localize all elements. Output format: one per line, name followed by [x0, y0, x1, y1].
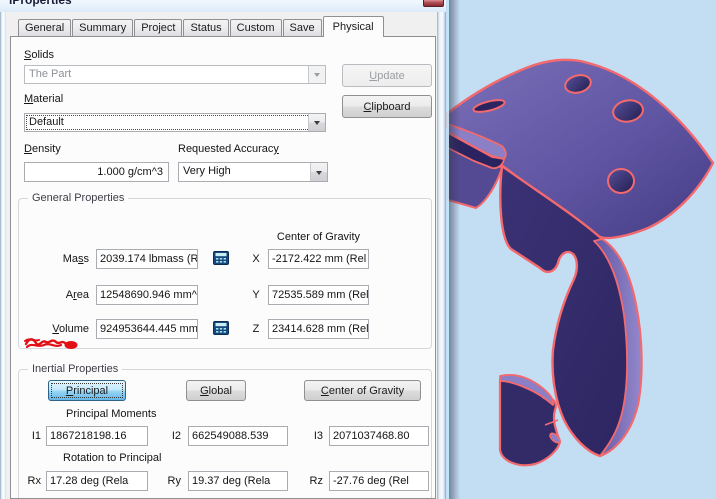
- axis-z-label: Z: [252, 323, 260, 335]
- close-button[interactable]: [423, 0, 444, 7]
- center-of-gravity-header: Center of Gravity: [276, 231, 361, 243]
- cog-z-field[interactable]: 23414.628 mm (Rel: [268, 319, 369, 339]
- cog-x-field[interactable]: -2172.422 mm (Rel: [268, 249, 369, 269]
- tab-general[interactable]: General: [18, 19, 72, 36]
- part-hole-lower[interactable]: [607, 168, 635, 194]
- material-combo[interactable]: Default: [24, 113, 326, 132]
- tab-page-physical: Solids The Part Update Material Default …: [10, 36, 436, 499]
- window-border-right: [437, 0, 446, 499]
- accuracy-label: Requested Accuracy: [178, 143, 279, 155]
- iproperties-dialog: iProperties General Summary Project Stat…: [0, 0, 446, 499]
- axis-y-label: Y: [252, 289, 260, 301]
- tab-custom[interactable]: Custom: [229, 19, 282, 36]
- i1-field[interactable]: 1867218198.16: [46, 426, 148, 446]
- area-label: Area: [65, 289, 89, 301]
- tab-physical[interactable]: Physical: [322, 16, 384, 37]
- rotation-to-principal-title: Rotation to Principal: [63, 452, 162, 464]
- material-value: Default: [29, 116, 64, 128]
- accuracy-value: Very High: [183, 165, 231, 177]
- i2-field[interactable]: 662549088.539: [188, 426, 288, 446]
- dialog-titlebar[interactable]: iProperties: [0, 0, 446, 12]
- i2-label: I2: [171, 430, 181, 442]
- chevron-down-icon: [314, 121, 320, 128]
- rx-label: Rx: [27, 475, 41, 487]
- tab-save[interactable]: Save: [282, 19, 322, 36]
- volume-label: Volume: [52, 323, 89, 335]
- i3-label: I3: [313, 430, 323, 442]
- rz-field[interactable]: -27.76 deg (Rel: [329, 471, 429, 491]
- screen: iProperties General Summary Project Stat…: [0, 0, 716, 499]
- ry-field[interactable]: 19.37 deg (Rela: [188, 471, 288, 491]
- cog-y-field[interactable]: 72535.589 mm (Rel: [268, 285, 369, 305]
- aero-edge-highlight: [447, 0, 449, 499]
- density-label: Density: [24, 143, 61, 155]
- tab-summary[interactable]: Summary: [72, 19, 134, 36]
- dialog-shadow: [449, 0, 460, 499]
- clipboard-button[interactable]: Clipboard: [342, 95, 432, 118]
- mass-field[interactable]: 2039.174 lbmass (R: [96, 249, 198, 269]
- general-properties-title: General Properties: [28, 192, 129, 205]
- center-of-gravity-button[interactable]: Center of Gravity: [304, 380, 421, 401]
- tab-status[interactable]: Status: [183, 19, 229, 36]
- red-scribble-annotation: [24, 338, 78, 349]
- cad-viewport[interactable]: [446, 0, 716, 499]
- solids-combo: The Part: [24, 65, 326, 84]
- rz-label: Rz: [309, 475, 323, 487]
- calculator-icon[interactable]: [213, 321, 229, 335]
- principal-button[interactable]: Principal: [48, 380, 126, 401]
- accuracy-combo[interactable]: Very High: [178, 162, 328, 182]
- tab-strip: General Summary Project Status Custom Sa…: [18, 16, 385, 37]
- solids-label: Solids: [24, 49, 54, 61]
- material-label: Material: [24, 93, 64, 105]
- density-field[interactable]: 1.000 g/cm^3: [24, 162, 169, 182]
- i3-field[interactable]: 2071037468.80: [329, 426, 429, 446]
- tab-project[interactable]: Project: [134, 19, 183, 36]
- global-button[interactable]: Global: [186, 380, 246, 401]
- rx-field[interactable]: 17.28 deg (Rela: [46, 471, 148, 491]
- volume-field[interactable]: 924953644.445 mm: [96, 319, 198, 339]
- axis-x-label: X: [252, 253, 260, 265]
- calculator-icon[interactable]: [213, 251, 229, 265]
- dialog-body: General Summary Project Status Custom Sa…: [6, 12, 437, 499]
- chevron-down-icon: [316, 170, 322, 178]
- solids-value: The Part: [29, 68, 72, 80]
- inertial-properties-title: Inertial Properties: [28, 363, 123, 376]
- principal-moments-title: Principal Moments: [66, 408, 157, 420]
- ry-label: Ry: [167, 475, 181, 487]
- update-button: Update: [342, 64, 432, 87]
- area-field[interactable]: 12548690.946 mm^: [96, 285, 198, 305]
- i1-label: I1: [31, 430, 41, 442]
- dialog-title: iProperties: [9, 0, 72, 7]
- 3d-part[interactable]: [446, 0, 716, 499]
- chevron-down-icon: [314, 73, 320, 80]
- mass-label: Mass: [62, 253, 89, 265]
